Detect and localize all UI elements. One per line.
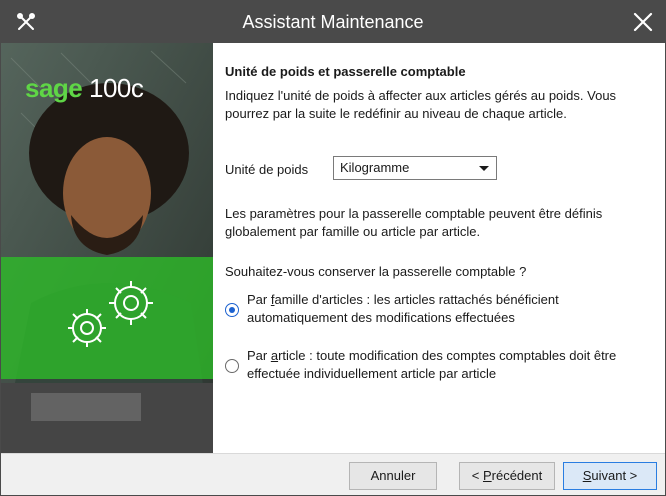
button-bar: Annuler < Précédent Suivant > (1, 453, 665, 495)
next-button[interactable]: Suivant > (563, 462, 657, 490)
previous-button[interactable]: < Précédent (459, 462, 555, 490)
window-title: Assistant Maintenance (242, 12, 424, 32)
weight-unit-select[interactable]: Kilogramme (333, 156, 497, 180)
wizard-window: Assistant Maintenance sage 100c Unité de… (0, 0, 666, 496)
gears-icon (68, 281, 153, 347)
passerelle-description: Les paramètres pour la passerelle compta… (225, 206, 603, 239)
option-par-article-label: Par article : toute modification des com… (247, 348, 617, 381)
title-bar: Assistant Maintenance (1, 1, 665, 43)
option-par-famille-label: Par famille d'articles : les articles ra… (247, 292, 559, 325)
passerelle-question: Souhaitez-vous conserver la passerelle c… (225, 264, 527, 279)
step-heading: Unité de poids et passerelle comptable (225, 64, 466, 79)
weight-unit-label: Unité de poids (225, 162, 309, 177)
intro-text: Indiquez l'unité de poids à affecter aux… (225, 88, 617, 121)
radio-par-article[interactable] (225, 359, 239, 373)
weight-unit-value: Kilogramme (340, 160, 410, 175)
side-image-panel: sage 100c (1, 43, 213, 453)
radio-par-famille[interactable] (225, 303, 239, 317)
close-icon[interactable] (631, 10, 655, 34)
chevron-down-icon (479, 166, 489, 171)
cancel-button[interactable]: Annuler (349, 462, 437, 490)
